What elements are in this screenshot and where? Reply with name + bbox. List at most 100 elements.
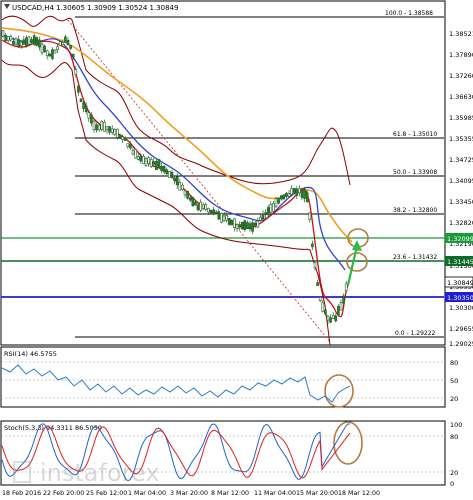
candle-body [201,204,205,209]
price-tag-blue: 1.30350 [445,292,473,302]
time-axis-label: 8 Mar 12:00 [211,490,249,497]
price-axis-label: 1.35355 [449,135,473,143]
candle-body [344,283,348,291]
candle-body [246,222,249,229]
candle-body [318,296,322,301]
candle-body [188,197,192,201]
candle-body [48,53,52,57]
candle-body [272,203,275,212]
candle-body [165,169,169,175]
price-axis-label: 1.29655 [449,325,473,333]
symbol-title: USDCAD,H4 [12,4,55,12]
candle-body [32,35,36,45]
price-axis-label: 1.34725 [449,156,473,164]
candle-body [329,317,332,323]
fib-label-50: 50.0 - 1.33908 [393,169,437,176]
candle-body [264,212,267,215]
candle-body [74,69,78,75]
svg-text:1.30350: 1.30350 [447,294,473,302]
candle-body [300,190,304,198]
candle-body [342,295,345,304]
candle-body [92,120,96,130]
candle-body [334,315,338,322]
candle-body [30,39,33,43]
svg-text:100: 100 [450,421,462,429]
candle-body [100,121,104,130]
candle-body [1,30,5,37]
svg-text:20: 20 [450,395,458,403]
candle-body [313,262,317,268]
price-axis-label: 1.35985 [449,114,473,122]
candle-body [199,201,202,211]
candle-body [123,137,127,141]
candle-body [298,187,301,194]
chart-header: USDCAD,H4 1.30605 1.30909 1.30524 1.3084… [4,4,178,12]
candle-body [157,159,161,169]
candle-body [279,195,283,200]
svg-text:1.30849: 1.30849 [447,279,473,287]
candle-body [337,306,340,316]
candle-body [326,315,330,321]
time-axis-label: 18 Mar 12:00 [338,490,380,497]
candle-body [27,36,31,45]
candle-body [256,220,260,228]
candle-body [178,182,182,191]
chart-canvas[interactable]: USDCAD,H4 1.30605 1.30909 1.30524 1.3084… [0,0,473,500]
candle-body [110,128,114,133]
time-axis-label: 1 Mar 04:00 [128,490,166,497]
candle-body [170,172,174,179]
candle-body [64,36,67,43]
price-axis-label: 1.37890 [449,51,473,59]
candle-body [339,302,343,311]
candle-body [266,207,270,216]
time-axis-label: 15 Mar 20:00 [296,490,338,497]
candle-body [58,41,62,46]
candle-body [160,165,163,172]
candle-body [251,222,254,232]
candle-body [235,224,239,229]
stoch-axis: 100 80 20 0 [450,421,462,488]
candle-body [84,105,88,112]
candle-body [53,49,57,54]
candle-body [225,215,228,221]
candle-body [61,42,65,45]
candle-body [90,114,93,124]
candle-body [259,216,262,221]
time-axis-label: 22 Feb 20:00 [43,490,84,497]
candle-body [287,193,291,197]
candle-body [56,46,59,51]
candle-body [207,208,210,213]
candle-body [136,156,140,160]
candle-body [77,85,80,93]
svg-text:instaforex: instaforex [40,459,160,487]
fib-label-38-2: 38.2 - 1.32800 [393,207,437,214]
price-axis-label: 1.30300 [449,304,473,312]
candle-body [331,315,335,319]
candle-body [282,194,286,200]
candle-body [316,282,319,286]
candle-body [181,185,184,190]
candle-body [238,224,241,228]
rsi-title: RSI(14) 46.5755 [4,350,57,358]
candle-body [40,43,44,54]
candle-body [116,128,119,138]
candle-body [12,40,15,45]
candle-body [103,121,106,132]
candle-body [220,213,223,223]
time-axis-label: 25 Feb 12:00 [86,490,127,497]
candle-body [69,45,72,49]
candle-body [129,143,132,149]
candle-body [118,134,122,139]
svg-text:80: 80 [450,433,458,441]
candle-body [71,53,75,58]
candle-body [290,188,293,195]
svg-text:0: 0 [450,480,454,488]
candle-body [38,39,41,48]
price-axis-label: 1.32820 [449,219,473,227]
candle-body [175,176,179,186]
candle-body [95,124,98,131]
candle-body [144,158,148,166]
candle-body [209,209,213,214]
price-axis-label: 1.29025 [449,340,473,348]
candle-body [191,197,195,207]
